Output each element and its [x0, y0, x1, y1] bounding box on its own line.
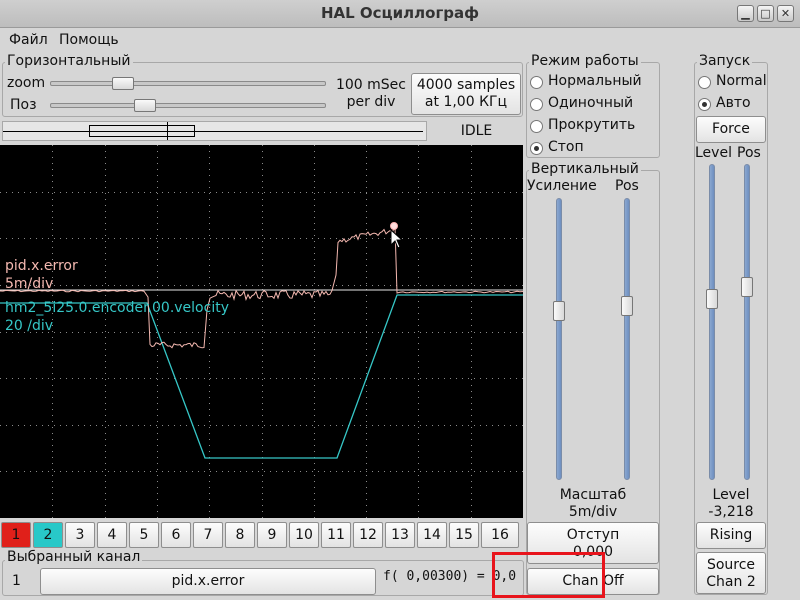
channel-button-3[interactable]: 3	[65, 522, 95, 548]
channel-button-12[interactable]: 12	[353, 522, 383, 548]
pos-slider-track[interactable]	[50, 103, 326, 108]
mode-title: Режим работы	[529, 53, 641, 69]
pos-label: Поз	[10, 97, 37, 113]
channel-button-11[interactable]: 11	[321, 522, 351, 548]
channel-button-9[interactable]: 9	[257, 522, 287, 548]
force-button[interactable]: Force	[696, 116, 766, 143]
radio-icon	[530, 120, 543, 133]
record-position-bar[interactable]	[2, 121, 427, 141]
channel-button-5[interactable]: 5	[129, 522, 159, 548]
trigger-edge-button[interactable]: Rising	[696, 522, 766, 549]
ch1-scale-label: 5m/div	[5, 276, 54, 292]
channel-button-1[interactable]: 1	[1, 522, 31, 548]
mouse-pointer-icon	[390, 229, 404, 249]
radio-selected-icon	[530, 142, 543, 155]
zoom-label: zoom	[7, 75, 46, 91]
pos-slider-handle[interactable]	[134, 99, 156, 112]
channel-button-8[interactable]: 8	[225, 522, 255, 548]
horizontal-title: Горизонтальный	[5, 53, 133, 69]
channel-button-7[interactable]: 7	[193, 522, 223, 548]
window-title: HAL Осциллограф	[320, 4, 480, 22]
scope-traces	[0, 145, 523, 518]
scope-display[interactable]: pid.x.error 5m/div hm2_5i25.0.encoder.00…	[0, 145, 523, 518]
vertical-pos-slider-handle[interactable]	[621, 296, 633, 316]
channel-button-16[interactable]: 16	[481, 522, 519, 548]
highlight-box	[492, 552, 605, 598]
mode-option-single[interactable]: Одиночный	[530, 95, 658, 117]
ch2-scale-label: 20 /div	[5, 318, 54, 334]
scale-value: 5m/div	[568, 504, 618, 520]
close-icon[interactable]: ✕	[777, 5, 794, 22]
zoom-slider-track[interactable]	[50, 81, 326, 86]
ch2-trace	[0, 294, 523, 459]
trigger-level-value: -3,218	[708, 504, 754, 520]
trigger-option-normal[interactable]: Normal	[698, 73, 767, 95]
trigger-level-slider-track[interactable]	[709, 164, 715, 480]
channel-button-10[interactable]: 10	[289, 522, 319, 548]
selected-channel-number: 1	[12, 573, 21, 589]
selected-channel-title: Выбранный канал	[5, 549, 143, 565]
trigger-level-slider-handle[interactable]	[706, 289, 718, 309]
maximize-icon[interactable]: □	[757, 5, 774, 22]
menu-help[interactable]: Помощь	[59, 32, 119, 48]
view-window-box[interactable]	[89, 125, 195, 137]
channel-button-13[interactable]: 13	[385, 522, 415, 548]
zoom-slider-handle[interactable]	[112, 77, 134, 90]
minimize-icon[interactable]: ▁	[737, 5, 754, 22]
scale-title: Масштаб	[559, 487, 627, 503]
radio-selected-icon	[698, 98, 711, 111]
samples-button[interactable]: 4000 samples at 1,00 КГц	[411, 73, 521, 115]
mode-option-roll[interactable]: Прокрутить	[530, 117, 658, 139]
channel-button-6[interactable]: 6	[161, 522, 191, 548]
channel-button-15[interactable]: 15	[449, 522, 479, 548]
mode-option-stop[interactable]: Стоп	[530, 139, 658, 161]
selected-channel-name-button[interactable]: pid.x.error	[40, 568, 376, 595]
channel-button-14[interactable]: 14	[417, 522, 447, 548]
trigger-level-title: Level	[712, 487, 750, 503]
trigger-title: Запуск	[697, 53, 753, 69]
gain-label: Усиление	[527, 178, 597, 194]
rate-readout: 100 mSec per div	[335, 77, 406, 110]
radio-icon	[530, 98, 543, 111]
gain-slider-track[interactable]	[556, 198, 562, 480]
trigger-pos-slider-handle[interactable]	[741, 277, 753, 297]
radio-icon	[698, 76, 711, 89]
channel-button-4[interactable]: 4	[97, 522, 127, 548]
trigger-level-label: Level	[695, 145, 732, 161]
trigger-option-auto[interactable]: Авто	[698, 95, 766, 117]
mode-option-normal[interactable]: Нормальный	[530, 73, 658, 95]
vertical-pos-label: Pos	[615, 178, 639, 194]
status-text: IDLE	[460, 123, 493, 139]
menu-bar: Файл Помощь	[0, 28, 800, 54]
trigger-pos-label: Pos	[737, 145, 761, 161]
channel-button-2[interactable]: 2	[33, 522, 63, 548]
menu-file[interactable]: Файл	[9, 32, 48, 48]
vertical-pos-slider-track[interactable]	[624, 198, 630, 480]
ch1-name-label: pid.x.error	[5, 258, 78, 274]
gain-slider-handle[interactable]	[553, 301, 565, 321]
ch2-name-label: hm2_5i25.0.encoder.00.velocity	[5, 300, 229, 316]
trigger-source-button[interactable]: Source Chan 2	[696, 552, 766, 594]
ch1-trace	[0, 225, 523, 349]
radio-icon	[530, 76, 543, 89]
vertical-title: Вертикальный	[529, 161, 641, 177]
trigger-pos-slider-track[interactable]	[744, 164, 750, 480]
mode-options: Нормальный Одиночный Прокрутить Стоп	[530, 73, 658, 157]
title-bar: HAL Осциллограф ▁ □ ✕	[0, 0, 800, 28]
